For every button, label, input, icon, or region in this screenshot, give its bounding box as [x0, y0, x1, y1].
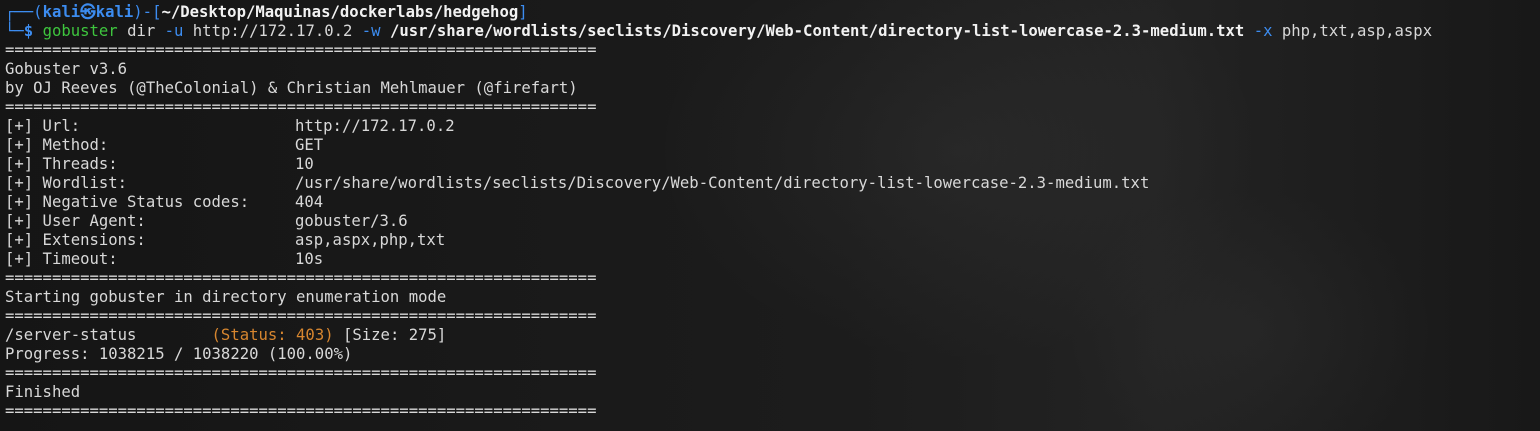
config-row: [+] Extensions: asp,aspx,php,txt	[5, 231, 445, 250]
config-value: asp,aspx,php,txt	[295, 231, 446, 249]
command-flag-u: -u	[164, 22, 184, 40]
config-value: /usr/share/wordlists/seclists/Discovery/…	[295, 174, 1150, 192]
config-row: [+] User Agent: gobuster/3.6	[5, 212, 408, 231]
config-key: [+] Wordlist:	[5, 174, 128, 192]
config-value: 10s	[295, 250, 324, 268]
command-wordlist: /usr/share/wordlists/seclists/Discovery/…	[389, 22, 1245, 40]
separator-line: ========================================…	[5, 98, 597, 116]
result-row: /server-status (Status: 403) [Size: 275]	[5, 326, 446, 345]
progress-line: Progress: 1038215 / 1038220 (100.00%)	[5, 345, 353, 363]
separator-line: ========================================…	[5, 307, 597, 325]
starting-message: Starting gobuster in directory enumerati…	[5, 288, 447, 306]
config-value: gobuster/3.6	[295, 212, 408, 230]
config-row: [+] Wordlist: /usr/share/wordlists/seclis…	[5, 174, 1149, 193]
config-row: [+] Url: http://172.17.0.2	[5, 117, 455, 136]
command-program: gobuster	[42, 22, 118, 40]
config-key: [+] Threads:	[5, 155, 118, 173]
config-value: http://172.17.0.2	[295, 117, 455, 135]
banner-authors: by OJ Reeves (@TheColonial) & Christian …	[5, 79, 578, 97]
config-row: [+] Negative Status codes: 404	[5, 193, 323, 212]
command-url: http://172.17.0.2	[192, 22, 353, 40]
separator-line: ========================================…	[5, 364, 597, 382]
config-row: [+] Method: GET	[5, 136, 323, 155]
config-key: [+] Method:	[5, 136, 109, 154]
config-key: [+] Url:	[5, 117, 81, 135]
config-key: [+] Negative Status codes:	[5, 193, 250, 211]
command-line: └─$ gobuster dir -u http://172.17.0.2 -w…	[5, 22, 1433, 40]
command-subcommand: dir	[127, 22, 156, 40]
config-value: 10	[295, 155, 314, 173]
terminal-window[interactable]: ┌──(kali㉿kali)-[~/Desktop/Maquinas/docke…	[0, 0, 1540, 431]
prompt-host: kali	[95, 3, 134, 21]
finished-message: Finished	[5, 383, 81, 401]
command-flag-w: -w	[361, 22, 381, 40]
prompt-at-icon: ㉿	[80, 3, 96, 21]
prompt-path: ~/Desktop/Maquinas/dockerlabs/hedgehog	[161, 3, 519, 21]
result-status: (Status: 403)	[211, 326, 334, 344]
separator-line: ========================================…	[5, 269, 597, 287]
command-flag-x: -x	[1253, 22, 1273, 40]
prompt-user: kali	[42, 3, 81, 21]
result-size: [Size: 275]	[343, 326, 447, 344]
config-key: [+] User Agent:	[5, 212, 146, 230]
config-value: 404	[295, 193, 324, 211]
prompt-char: $	[23, 22, 34, 40]
separator-line: ========================================…	[5, 41, 597, 59]
banner-version: Gobuster v3.6	[5, 60, 128, 78]
prompt-line: ┌──(kali㉿kali)-[~/Desktop/Maquinas/docke…	[5, 3, 528, 21]
result-path: /server-status	[5, 326, 137, 344]
config-key: [+] Timeout:	[5, 250, 118, 268]
config-key: [+] Extensions:	[5, 231, 146, 249]
config-row: [+] Timeout: 10s	[5, 250, 323, 269]
config-row: [+] Threads: 10	[5, 155, 314, 174]
config-value: GET	[295, 136, 324, 154]
separator-line: ========================================…	[5, 402, 597, 420]
command-extensions: php,txt,asp,aspx	[1281, 22, 1433, 40]
